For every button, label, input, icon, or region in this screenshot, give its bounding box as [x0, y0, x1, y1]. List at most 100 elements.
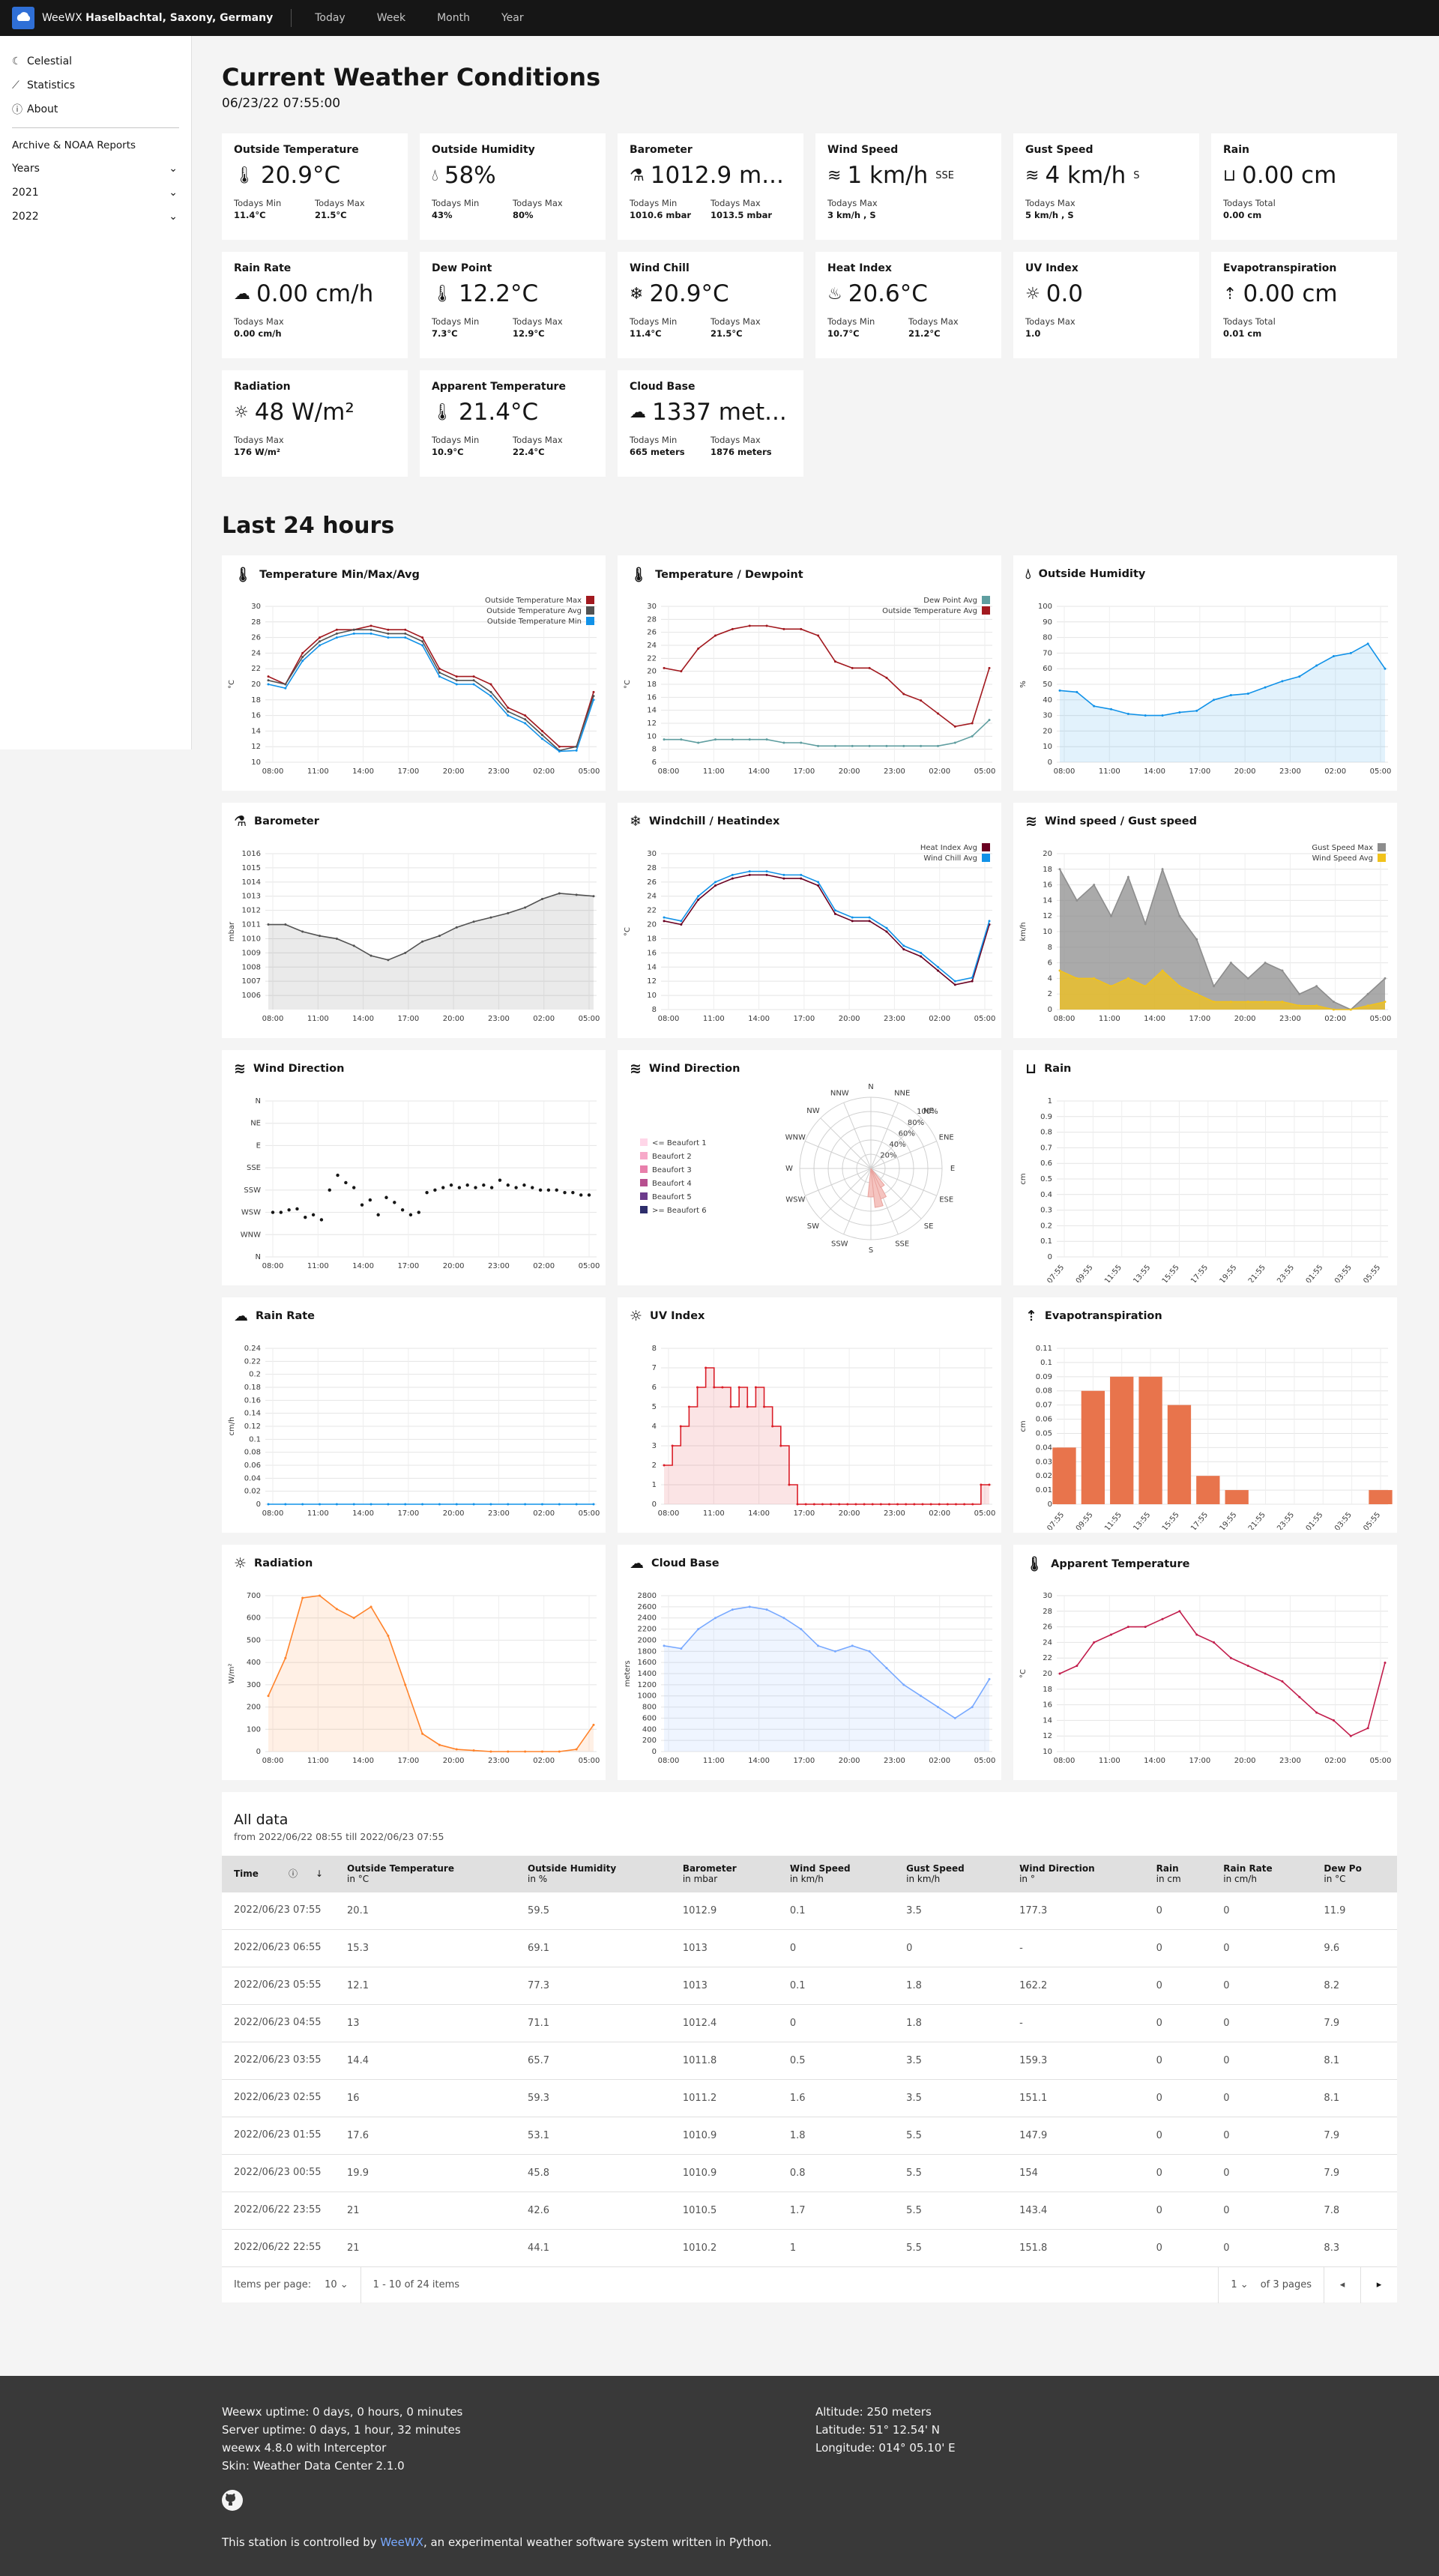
legend-label: Beaufort 3 [652, 1166, 692, 1174]
data-point [1264, 1672, 1267, 1675]
column-header-gust-speed[interactable]: Gust Speed in km/h [894, 1856, 1008, 1892]
table-row[interactable]: 2022/06/23 02:55 16 59.3 1011.2 1.6 3.5 151.1 0… [222, 2078, 1397, 2117]
data-point [779, 1444, 782, 1447]
items-per-page-select[interactable]: 10 ⌄ [325, 2279, 349, 2290]
x-tick-label: 20:00 [443, 1509, 465, 1518]
column-header-dew-po[interactable]: Dew Po in °C [1312, 1856, 1397, 1892]
sidebar-item-about[interactable]: ⓘ About [0, 97, 191, 121]
data-point [472, 1503, 475, 1506]
column-header-barometer[interactable]: Barometer in mbar [670, 1856, 778, 1892]
tile-value: ⇡ 0.00 cm [1223, 280, 1338, 307]
table-cell: 1012.4 [670, 2003, 778, 2042]
x-tick-label: 15:55 [1161, 1511, 1181, 1530]
nav-month[interactable]: Month [421, 12, 486, 24]
column-header-rain[interactable]: Rain in cm [1144, 1856, 1212, 1892]
evapo-icon: ⇡ [1223, 284, 1237, 304]
station-logo[interactable] [12, 7, 34, 29]
tile-stat: Todays Max 0.00 cm/h [234, 316, 284, 339]
nav-week[interactable]: Week [361, 12, 421, 24]
data-point [680, 923, 683, 926]
sidebar-item-statistics[interactable]: ⟋ Statistics [0, 73, 191, 97]
y-tick-label: 1 [652, 1481, 657, 1489]
next-page-button[interactable]: ▸ [1373, 2279, 1385, 2290]
column-header-outside-temperature[interactable]: Outside Temperature in °C [335, 1856, 516, 1892]
data-point [1093, 884, 1096, 887]
prev-page-button[interactable]: ◂ [1336, 2279, 1348, 2290]
table-row[interactable]: 2022/06/23 06:55 15.3 69.1 1013 0 0-0 0 9.6 [222, 1928, 1397, 1967]
table-row[interactable]: 2022/06/23 05:55 12.1 77.3 1013 0.1 1.8 162.2 0… [222, 1966, 1397, 2004]
info-icon[interactable]: ⓘ [289, 1868, 298, 1879]
data-point [748, 870, 751, 873]
y-tick-label: 10 [647, 992, 657, 1000]
y-tick-label: 1016 [242, 850, 261, 858]
legend-swatch [586, 606, 594, 615]
data-point [1229, 962, 1232, 965]
table-row[interactable]: 2022/06/22 22:55 21 44.1 1010.2 1 5.5 151.8 0 0 8… [222, 2228, 1397, 2266]
data-point [369, 624, 372, 627]
x-tick-label: 11:00 [703, 1757, 725, 1765]
data-point [438, 671, 441, 674]
data-point [868, 1650, 871, 1653]
sidebar-group-2021[interactable]: 2021 ⌄ [0, 181, 191, 205]
y-tick-label: 7 [652, 1364, 657, 1372]
column-header-wind-direction[interactable]: Wind Direction in ° [1007, 1856, 1144, 1892]
legend-label: Outside Temperature Avg [882, 607, 977, 615]
y-axis-label: cm/h [228, 1417, 236, 1436]
table-cell: 3.5 [894, 2078, 1008, 2117]
table-cell: 8.2 [1312, 1966, 1397, 2004]
column-header-rain-rate[interactable]: Rain Rate in cm/h [1211, 1856, 1312, 1892]
column-header-outside-humidity[interactable]: Outside Humidity in % [516, 1856, 671, 1892]
data-point [1246, 1665, 1249, 1668]
data-point [679, 1425, 682, 1428]
weewx-link[interactable]: WeeWX [380, 2536, 423, 2549]
sidebar-group-2022[interactable]: 2022 ⌄ [0, 205, 191, 229]
sidebar-group-years[interactable]: Years ⌄ [0, 157, 191, 181]
page-select[interactable]: 1 ⌄ [1231, 2279, 1248, 2290]
tile-title: Apparent Temperature [432, 381, 566, 393]
y-tick-label: 0.04 [1036, 1444, 1052, 1452]
table-cell: 65.7 [516, 2041, 671, 2079]
data-point [868, 666, 871, 669]
tile-stat [1304, 316, 1385, 339]
brand[interactable]: WeeWX Haselbachtal, Saxony, Germany [42, 12, 273, 24]
data-point [352, 944, 355, 947]
data-point [800, 741, 803, 744]
sidebar-item-celestial[interactable]: ☾ Celestial [0, 49, 191, 73]
nav-year[interactable]: Year [486, 12, 540, 24]
legend-label: Gust Speed Max [1312, 844, 1373, 852]
table-row[interactable]: 2022/06/23 03:55 14.4 65.7 1011.8 0.5 3.5 159.… [222, 2041, 1397, 2079]
x-tick-label: 23:00 [1279, 1015, 1301, 1023]
y-tick-label: 0.14 [244, 1410, 261, 1418]
x-tick-label: 05:55 [1362, 1511, 1382, 1530]
y-tick-label: 12 [1043, 912, 1052, 920]
data-point [988, 1677, 991, 1680]
x-tick-label: 05:00 [579, 1509, 600, 1518]
data-point [284, 1503, 287, 1506]
data-point [540, 1503, 543, 1506]
data-point [902, 1683, 905, 1686]
data-point [1315, 985, 1318, 988]
table-row[interactable]: 2022/06/23 04:55 13 71.1 1012.4 0 1.8-0 0 7.9 [222, 2003, 1397, 2042]
data-point [946, 1503, 949, 1506]
tile-stat [1304, 198, 1385, 220]
table-row[interactable]: 2022/06/23 00:55 19.9 45.8 1010.9 0.8 5.5 154 0… [222, 2153, 1397, 2192]
tile-wind-speed: Wind Speed ≋ 1 km/h SSE Todays Max 3 km/h ,… [815, 133, 1001, 240]
chart-svg: 0 0.02 0.04 0.06 0.08 0.1 0.12 0.14 0.16 0.18 0.2 0… [228, 1345, 600, 1518]
table-row[interactable]: 2022/06/22 23:55 21 42.6 1010.5 1.7 5.5 143.4 0… [222, 2191, 1397, 2229]
y-tick-label: 0 [256, 1500, 261, 1509]
y-tick-label: 1007 [242, 977, 261, 986]
table-row[interactable]: 2022/06/23 01:55 17.6 53.1 1010.9 1.8 5.5 147.… [222, 2116, 1397, 2154]
github-icon[interactable] [222, 2490, 243, 2511]
nav-today[interactable]: Today [299, 12, 361, 24]
sun-icon: ☼ [630, 1308, 643, 1324]
y-tick-label: 30 [251, 603, 261, 611]
tile-stat [1106, 316, 1187, 339]
column-header-time[interactable]: Time ⓘ ↓ [222, 1856, 336, 1892]
x-tick-label: 02:00 [1324, 1015, 1346, 1023]
table-row[interactable]: 2022/06/23 07:55 20.1 59.5 1012.9 0.1 3.5 177.… [222, 1891, 1397, 1929]
sort-arrow-icon[interactable]: ↓ [316, 1868, 323, 1879]
chart-card-wind-direction: ≋ Wind Direction N NNE NE ENE E ESE SE SSE S SSW SW W… [618, 1050, 1001, 1285]
data-point [1144, 1626, 1147, 1629]
column-header-wind-speed[interactable]: Wind Speed in km/h [777, 1856, 895, 1892]
tile-stat: Todays Min 7.3°C [432, 316, 480, 339]
